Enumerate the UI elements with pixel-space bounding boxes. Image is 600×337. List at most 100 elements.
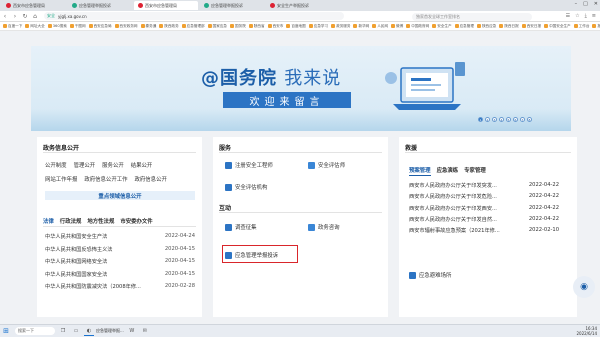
service-assessment-agency[interactable]: 安全评估机构 (225, 183, 267, 191)
browser-tab-active[interactable]: 西安市应急管理局 (134, 1, 198, 10)
gov-link[interactable]: 政府信息公开工作 (84, 175, 127, 183)
list-item[interactable]: 中华人民共和国反恐怖主义法 2020-04-15 (45, 246, 195, 259)
bookmark-item[interactable]: 西安市 (267, 24, 283, 29)
browser-app-icon[interactable]: ◐ (84, 327, 94, 336)
bookmark-item[interactable]: 西安政务网 (114, 24, 138, 29)
task-view-icon[interactable]: ❐ (58, 327, 68, 336)
bookmark-icon (140, 24, 145, 28)
list-item[interactable]: 中华人民共和国防震减灾法（2008年修... 2020-02-28 (45, 283, 195, 296)
bookmark-item[interactable]: 工作台 (573, 24, 589, 29)
bookmark-item[interactable]: 360搜索 (47, 24, 67, 29)
list-item[interactable]: 中华人民共和国网络安全法 2020-04-15 (45, 258, 195, 271)
bookmark-item[interactable]: 百度地图 (286, 24, 306, 29)
bookmark-item[interactable]: 中国政府网 (406, 24, 429, 29)
list-item[interactable]: 西安市人民政府办公厅关于印发危险... 2022-04-22 (409, 193, 559, 204)
bookmark-item[interactable]: 微博 (391, 24, 403, 29)
bookmark-item[interactable]: 陕西日报 (499, 24, 519, 29)
mail-icon[interactable]: ✉ (140, 327, 150, 336)
site-favicon-icon (6, 3, 11, 8)
consult-link[interactable]: 政务咨询 (308, 223, 340, 231)
bookmark-icon (406, 24, 411, 28)
bookmark-icon (353, 24, 358, 28)
survey-link[interactable]: 调查征集 (225, 223, 257, 231)
browser-tab[interactable]: 应急管理举报投诉 (200, 1, 264, 10)
gov-link[interactable]: 服务公开 (102, 161, 124, 169)
back-icon[interactable]: ‹ (0, 13, 10, 20)
refresh-icon[interactable]: ↻ (20, 13, 30, 20)
bookmark-item[interactable]: 应急管理部 (181, 24, 205, 29)
forward-icon[interactable]: › (10, 13, 20, 20)
tab-plan-management[interactable]: 预案管理 (409, 166, 431, 176)
maximize-icon[interactable]: □ (583, 1, 588, 7)
list-item[interactable]: 中华人民共和国安全生产法 2022-04-24 (45, 233, 195, 246)
shelter-link[interactable]: 应急避难场所 (409, 271, 451, 279)
browser-tab[interactable]: 西安市应急管理局 (2, 1, 66, 10)
system-clock[interactable]: 16:34 2022/6/14 (576, 326, 597, 336)
list-item[interactable]: 西安市辐射事故应急预案（2021年修... 2022-02-10 (409, 227, 559, 238)
banner-page-dot[interactable]: 4 (499, 117, 504, 122)
gov-link[interactable]: 结果公开 (131, 161, 153, 169)
gov-link[interactable]: 网站工作年报 (45, 175, 77, 183)
bookmark-item[interactable]: 陕西政务 (159, 24, 179, 29)
bookmark-item[interactable]: 安全生产 (432, 24, 452, 29)
bookmark-item[interactable]: 千图网 (69, 24, 86, 29)
banner-page-dot[interactable]: 3 (492, 117, 497, 122)
bookmark-item[interactable]: 国务院 (230, 24, 246, 29)
close-icon[interactable]: ✕ (594, 1, 598, 7)
bookmark-item[interactable]: 中国安全生产 (544, 24, 571, 29)
banner-page-dot[interactable]: 1 (478, 117, 483, 122)
tab-experts[interactable]: 专家管理 (464, 166, 486, 176)
bookmark-item[interactable]: 网址大全 (25, 24, 45, 29)
bookmark-item[interactable]: 应急管理 (454, 24, 474, 29)
download-icon[interactable]: ⤓ (585, 13, 587, 19)
banner-page-dot[interactable]: 7 (520, 117, 525, 122)
bookmark-item[interactable]: 西安应急局 (88, 24, 112, 29)
gov-links-row2: 网站工作年报 政府信息公开工作 政府信息公开 (45, 175, 167, 183)
divider (219, 152, 382, 153)
gov-link[interactable]: 政府信息公开 (135, 175, 167, 183)
extension-icon[interactable]: ☰ (566, 13, 570, 19)
tab-drills[interactable]: 应急演练 (437, 166, 459, 176)
plan-list: 西安市人民政府办公厅关于印发突发... 2022-04-22 西安市人民政府办公厅… (409, 182, 559, 238)
home-icon[interactable]: ⌂ (30, 13, 40, 20)
bookmark-item[interactable]: 应急学习 (308, 24, 328, 29)
wps-icon[interactable]: W (127, 327, 137, 336)
folder-icon[interactable]: ▭ (71, 327, 81, 336)
banner-page-dot[interactable]: 5 (506, 117, 511, 122)
banner-page-dot[interactable]: 8 (527, 117, 532, 122)
browser-tab[interactable]: 应急管理举报投诉 (68, 1, 132, 10)
minimize-icon[interactable]: – (575, 1, 578, 7)
key-info-button[interactable]: 重点领域信息公开 (45, 191, 195, 200)
bookmark-item[interactable]: 国家应急 (207, 24, 227, 29)
bookmark-item[interactable]: 人民网 (372, 24, 388, 29)
browser-tab[interactable]: 安全生产举报投诉 (266, 1, 330, 10)
banner-page-dot[interactable]: 6 (513, 117, 518, 122)
bookmark-item[interactable]: 百度一下 (3, 24, 22, 29)
list-item[interactable]: 西安市人民政府办公厅关于印发西安... 2022-04-22 (409, 205, 559, 216)
banner-page-dot[interactable]: 2 (485, 117, 490, 122)
menu-icon[interactable]: ≡ (592, 13, 596, 19)
star-icon[interactable]: ☆ (575, 13, 579, 19)
list-item[interactable]: 西安市人民政府办公厅关于印发突发... 2022-04-22 (409, 182, 559, 193)
banner-title: @国务院 我来说 (201, 68, 342, 89)
service-safety-assessor[interactable]: 安全评估师 (308, 161, 345, 169)
bookmark-item[interactable]: 政务服务 (331, 24, 350, 29)
gov-link[interactable]: 管理公开 (74, 161, 96, 169)
list-item[interactable]: 中华人民共和国国家安全法 2020-04-15 (45, 271, 195, 284)
service-registered-engineer[interactable]: 注册安全工程师 (225, 161, 273, 169)
url-field[interactable]: 安全 yjglj.xa.gov.cn (44, 12, 344, 20)
active-window-label[interactable]: 应急管理举报... (96, 328, 124, 334)
bookmark-icon (476, 24, 481, 28)
bookmark-item[interactable]: 陕西省 (248, 24, 265, 29)
weibo-float-icon[interactable]: ◉ (573, 276, 595, 298)
bookmark-item[interactable]: 陕西应急 (476, 24, 496, 29)
bookmark-item[interactable]: 报告 (592, 24, 600, 29)
list-item[interactable]: 西安市人民政府办公厅关于印发自然... 2022-04-22 (409, 216, 559, 227)
bookmark-item[interactable]: 西安日报 (521, 24, 541, 29)
bookmark-item[interactable]: 新华网 (353, 24, 369, 29)
bookmark-item[interactable]: 秦务通 (140, 24, 156, 29)
gov-link[interactable]: 公开制度 (45, 161, 67, 169)
browser-search-input[interactable]: 独家首发全球工作室排名 (412, 12, 532, 21)
taskbar-search[interactable]: 搜索一下 (15, 327, 55, 335)
windows-start-icon[interactable]: ⊞ (0, 327, 12, 335)
